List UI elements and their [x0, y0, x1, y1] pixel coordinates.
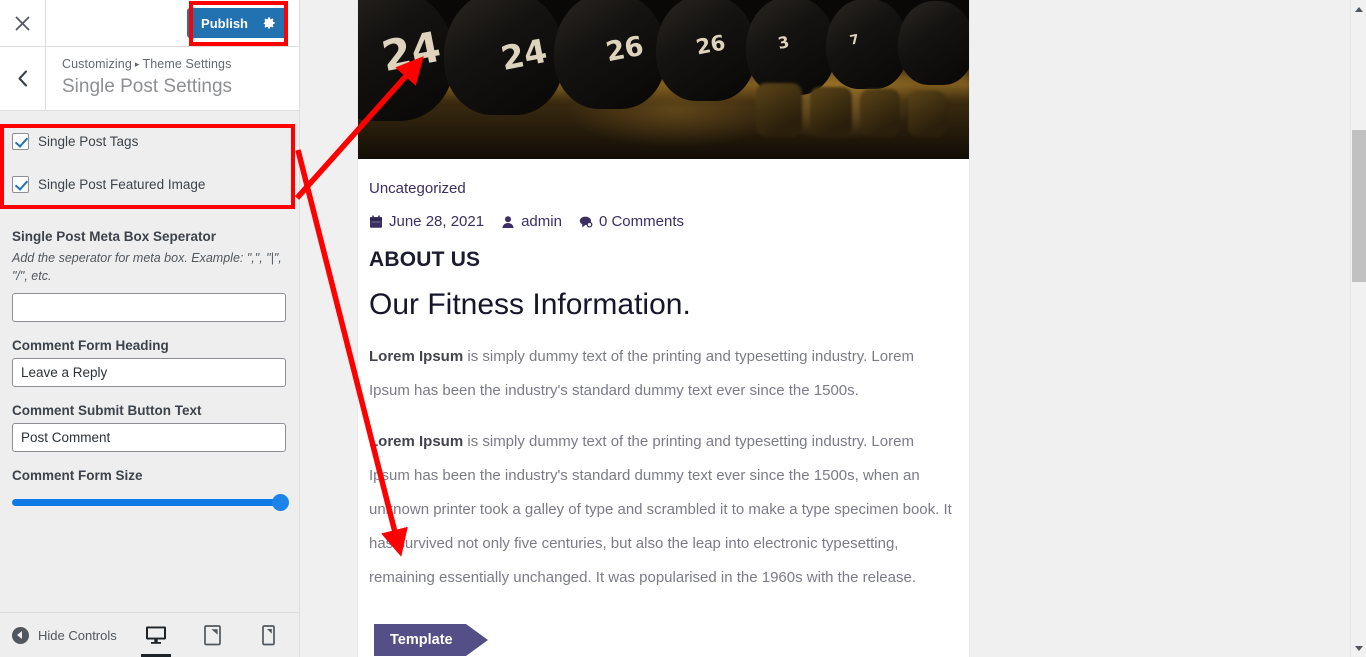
input-comment-submit-button-text[interactable] — [12, 423, 286, 452]
gear-icon[interactable] — [262, 16, 276, 30]
label-comment-submit-button-text: Comment Submit Button Text — [12, 403, 202, 418]
device-mobile-button[interactable] — [255, 613, 281, 657]
post-paragraph-2: Lorem Ipsum is simply dummy text of the … — [369, 425, 958, 595]
customizer-titles: Customizing ▸ Theme Settings Single Post S… — [46, 47, 232, 110]
post-paragraph-1: Lorem Ipsum is simply dummy text of the … — [369, 340, 958, 408]
scroll-up-arrow[interactable] — [1351, 1, 1366, 17]
checkbox-icon[interactable] — [12, 175, 29, 193]
collapse-icon — [12, 626, 29, 644]
dumbbell-plate — [826, 0, 908, 89]
input-comment-form-heading[interactable] — [12, 358, 286, 387]
site-preview-frame[interactable]: 24 24 26 26 3 7 Uncategorized June 28, 2… — [300, 0, 1350, 657]
dumbbell-handle — [810, 87, 852, 137]
paragraph-2-text: is simply dummy text of the printing and… — [369, 433, 952, 586]
post-category[interactable]: Uncategorized — [369, 179, 958, 199]
dumbbell-handle — [908, 91, 946, 137]
checkbox-single-post-tags[interactable]: Single Post Tags — [0, 128, 299, 154]
paragraph-2-strong: Lorem Ipsum — [369, 433, 464, 450]
post-card: 24 24 26 26 3 7 Uncategorized June 28, 2… — [357, 0, 970, 657]
device-preview-switcher — [141, 613, 299, 657]
breadcrumb-root[interactable]: Customizing — [62, 57, 132, 71]
user-icon — [501, 215, 515, 229]
slider-track[interactable] — [12, 499, 286, 506]
tag-template[interactable]: Template — [374, 624, 488, 656]
dumbbell-handle — [756, 83, 802, 137]
customizer-header: Publish — [0, 0, 299, 47]
checkbox-label: Single Post Tags — [38, 133, 139, 149]
dumbbell-handle — [860, 89, 900, 137]
device-desktop-button[interactable] — [141, 613, 171, 657]
post-comments: 0 Comments — [579, 213, 684, 230]
post-meta: June 28, 2021 admin 0 Comments — [369, 213, 958, 230]
close-icon[interactable] — [0, 0, 46, 46]
slider-comment-form-size[interactable] — [12, 494, 289, 512]
post-comments-text: 0 Comments — [598, 213, 684, 230]
page-title: Single Post Settings — [62, 76, 233, 97]
post-author-text: admin — [521, 213, 562, 230]
checkbox-single-post-featured-image[interactable]: Single Post Featured Image — [0, 171, 299, 197]
post-date-text: June 28, 2021 — [389, 213, 485, 230]
preview-scrollbar[interactable] — [1350, 0, 1366, 657]
post-tags: Template — [374, 624, 958, 656]
input-meta-box-seperator[interactable] — [12, 293, 286, 322]
breadcrumb-separator-icon: ▸ — [134, 59, 140, 69]
breadcrumb: Customizing ▸ Theme Settings — [62, 56, 232, 72]
customizer-panel: Publish Customizing ▸ Theme Settings Sin… — [0, 0, 300, 657]
dumbbell-plate — [746, 0, 836, 95]
customizer-section-header: Customizing ▸ Theme Settings Single Post S… — [0, 47, 299, 111]
hide-controls-button[interactable]: Hide Controls — [0, 626, 117, 644]
post-author: admin — [501, 213, 562, 230]
featured-image: 24 24 26 26 3 7 — [358, 0, 969, 159]
label-meta-box-seperator: Single Post Meta Box Seperator — [12, 229, 217, 244]
customizer-controls: Single Post Tags Single Post Featured Im… — [0, 128, 299, 512]
post-content: Uncategorized June 28, 2021 admin 0 Comm… — [358, 159, 969, 656]
scroll-down-arrow[interactable] — [1351, 640, 1366, 656]
checkbox-icon[interactable] — [12, 132, 29, 150]
label-comment-form-size: Comment Form Size — [12, 468, 143, 483]
scrollbar-thumb[interactable] — [1352, 130, 1366, 282]
paragraph-1-strong: Lorem Ipsum — [369, 348, 464, 365]
chevron-left-icon[interactable] — [0, 47, 46, 110]
label-comment-form-heading: Comment Form Heading — [12, 338, 169, 353]
comment-icon — [579, 215, 593, 229]
description-meta-box-seperator: Add the seperator for meta box. Example:… — [12, 251, 282, 283]
app-root: Publish Customizing ▸ Theme Settings Sin… — [0, 0, 1366, 657]
publish-button[interactable]: Publish — [187, 8, 288, 38]
breadcrumb-parent[interactable]: Theme Settings — [143, 57, 232, 71]
post-eyebrow: ABOUT US — [369, 248, 481, 271]
checkbox-label: Single Post Featured Image — [38, 176, 206, 192]
publish-button-label: Publish — [201, 15, 248, 31]
hide-controls-label: Hide Controls — [38, 627, 117, 643]
publish-button-wrap: Publish — [187, 8, 288, 38]
post-date: June 28, 2021 — [369, 213, 484, 230]
calendar-icon — [369, 215, 383, 229]
slider-thumb[interactable] — [272, 494, 289, 511]
device-tablet-button[interactable] — [199, 613, 225, 657]
dumbbell-plate — [898, 1, 969, 85]
customizer-footer: Hide Controls — [0, 612, 299, 657]
post-headline: Our Fitness Information. — [369, 288, 691, 321]
